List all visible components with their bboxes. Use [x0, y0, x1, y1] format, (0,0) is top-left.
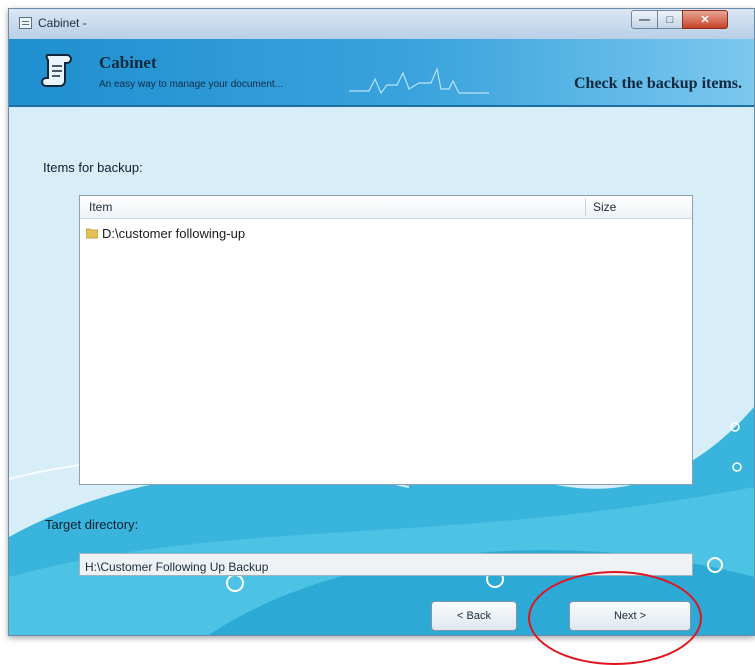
app-subtitle: An easy way to manage your document...	[99, 79, 283, 90]
maximize-button[interactable]: □	[657, 10, 683, 29]
app-window-icon	[19, 17, 32, 29]
back-button[interactable]: < Back	[431, 601, 517, 631]
window-title: Cabinet -	[38, 16, 87, 30]
list-item[interactable]: D:\customer following-up	[86, 223, 245, 243]
close-icon: ✕	[700, 14, 710, 26]
app-name: Cabinet	[99, 53, 157, 72]
backup-items-list[interactable]: Item Size D:\customer following-up	[79, 195, 693, 485]
next-button[interactable]: Next >	[569, 601, 691, 631]
column-divider[interactable]	[585, 198, 586, 216]
list-header: Item Size	[80, 196, 692, 219]
items-for-backup-label: Items for backup:	[43, 160, 143, 175]
minimize-icon: —	[639, 13, 650, 26]
target-directory-label: Target directory:	[45, 517, 139, 532]
column-header-size[interactable]: Size	[593, 200, 616, 214]
maximize-icon: □	[666, 13, 674, 26]
folder-icon	[86, 228, 98, 239]
header-banner: Cabinet An easy way to manage your docum…	[9, 39, 754, 107]
minimize-button[interactable]: —	[631, 10, 658, 29]
wizard-content: Items for backup: Item Size D:\customer …	[9, 107, 754, 635]
cabinet-window: Cabinet - — □ ✕ Cabinet An easy way to m…	[8, 8, 755, 636]
close-button[interactable]: ✕	[682, 10, 728, 29]
step-title: Check the backup items.	[573, 75, 742, 92]
title-bar[interactable]: Cabinet - — □ ✕	[9, 9, 754, 39]
column-header-item[interactable]: Item	[89, 200, 112, 214]
scroll-icon	[41, 54, 72, 87]
target-directory-field[interactable]	[79, 553, 693, 576]
decorative-signal-line	[349, 66, 489, 95]
list-item-name: D:\customer following-up	[102, 225, 246, 241]
